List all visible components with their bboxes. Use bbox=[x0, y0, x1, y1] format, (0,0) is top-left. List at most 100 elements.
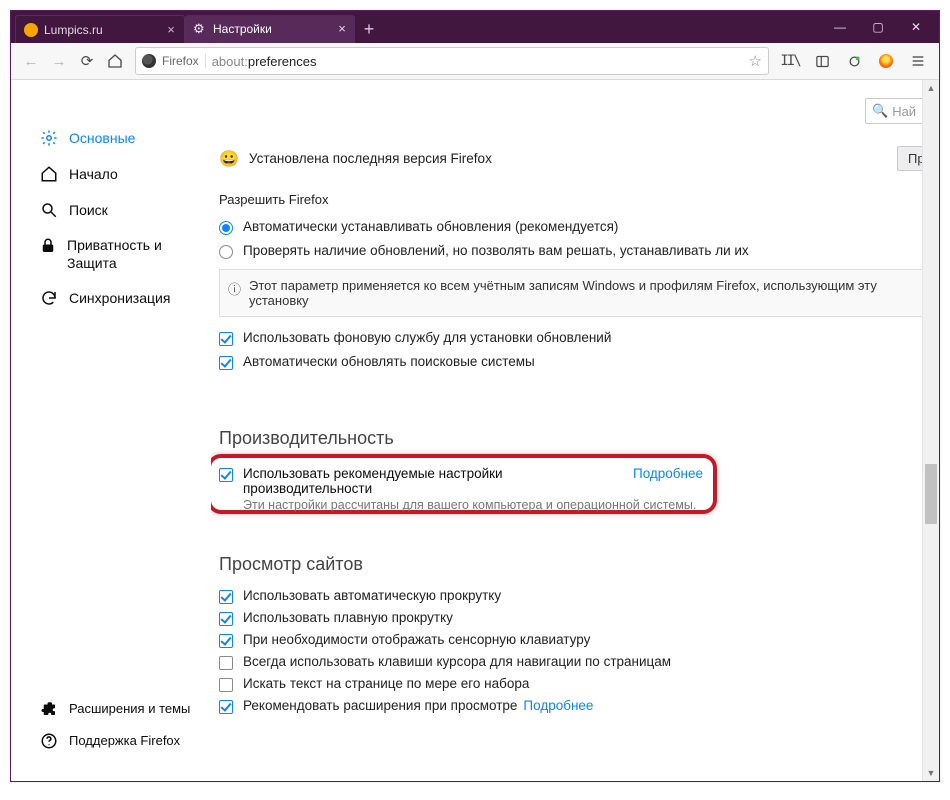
checkbox-checked-icon[interactable] bbox=[219, 612, 233, 626]
search-icon bbox=[39, 200, 59, 220]
tab-lumpics[interactable]: Lumpics.ru × bbox=[15, 15, 185, 43]
checkbox-checked-icon[interactable] bbox=[219, 332, 233, 346]
vertical-scrollbar[interactable]: ▲ ▼ bbox=[922, 80, 939, 781]
maximize-button[interactable]: ▢ bbox=[859, 13, 897, 41]
info-text: Этот параметр применяется ко всем учётны… bbox=[249, 278, 934, 308]
tab-title: Настройки bbox=[213, 22, 335, 36]
close-button[interactable]: ✕ bbox=[897, 13, 935, 41]
url-text: about:preferences bbox=[212, 54, 749, 69]
gear-icon: ⚙ bbox=[193, 22, 207, 36]
perf-note-text: Эти настройки рассчитаны для вашего комп… bbox=[243, 498, 703, 512]
tab-title: Lumpics.ru bbox=[44, 23, 164, 37]
puzzle-icon bbox=[39, 699, 59, 719]
option-autoscroll[interactable]: Использовать автоматическую прокрутку bbox=[219, 585, 939, 607]
scroll-up-button[interactable]: ▲ bbox=[923, 80, 939, 96]
option-updates-auto[interactable]: Автоматически устанавливать обновления (… bbox=[219, 215, 939, 239]
extension-icon[interactable] bbox=[871, 47, 901, 75]
back-button[interactable]: ← bbox=[17, 47, 45, 75]
forward-button[interactable]: → bbox=[45, 47, 73, 75]
reload-button[interactable]: ⟳ bbox=[73, 47, 101, 75]
sidebar-button[interactable] bbox=[807, 47, 837, 75]
new-tab-button[interactable]: + bbox=[355, 15, 383, 43]
search-icon: 🔍 bbox=[872, 103, 888, 119]
radio-checked-icon[interactable] bbox=[219, 221, 233, 235]
section-heading-browsing: Просмотр сайтов bbox=[219, 554, 939, 575]
firefox-icon bbox=[142, 54, 156, 68]
sync-icon bbox=[39, 288, 59, 308]
scroll-down-button[interactable]: ▼ bbox=[923, 765, 939, 781]
option-bg-service[interactable]: Использовать фоновую службу для установк… bbox=[219, 326, 939, 350]
option-recommend-ext[interactable]: Рекомендовать расширения при просмотре П… bbox=[219, 695, 939, 717]
radio-unchecked-icon[interactable] bbox=[219, 245, 233, 259]
content-area: Основные Начало Поиск bbox=[11, 80, 939, 781]
scroll-track[interactable] bbox=[923, 96, 939, 765]
home-button[interactable] bbox=[101, 47, 129, 75]
sidebar-label: Расширения и темы bbox=[69, 700, 190, 718]
sidebar-item-general[interactable]: Основные bbox=[11, 120, 211, 156]
option-search-while-typing[interactable]: Искать текст на странице по мере его наб… bbox=[219, 673, 939, 695]
library-button[interactable]: II\ bbox=[775, 47, 805, 75]
option-touch-keyboard[interactable]: При необходимости отображать сенсорную к… bbox=[219, 629, 939, 651]
section-heading-performance: Производительность bbox=[219, 428, 939, 449]
lock-icon bbox=[39, 236, 57, 256]
option-label: Искать текст на странице по мере его наб… bbox=[243, 676, 529, 691]
learn-more-link[interactable]: Подробнее bbox=[633, 466, 703, 481]
option-auto-engines[interactable]: Автоматически обновлять поисковые систем… bbox=[219, 350, 939, 374]
allow-firefox-label: Разрешить Firefox bbox=[219, 192, 939, 207]
sidebar-label: Начало bbox=[69, 165, 118, 183]
home-icon bbox=[39, 164, 59, 184]
info-icon: ⓘ bbox=[228, 279, 241, 298]
toolbar-right: II\ bbox=[775, 47, 933, 75]
titlebar: Lumpics.ru × ⚙ Настройки × + — ▢ ✕ bbox=[11, 11, 939, 43]
sidebar-item-privacy[interactable]: Приватность и Защита bbox=[11, 228, 211, 280]
search-placeholder: Най bbox=[892, 104, 916, 119]
learn-more-link[interactable]: Подробнее bbox=[523, 698, 593, 713]
sidebar-item-home[interactable]: Начало bbox=[11, 156, 211, 192]
checkbox-unchecked-icon[interactable] bbox=[219, 678, 233, 692]
prefs-main: 🔍 Най 😀 Установлена последняя версия Fir… bbox=[211, 80, 939, 781]
sidebar-item-support[interactable]: Поддержка Firefox bbox=[11, 725, 211, 757]
sidebar-item-search[interactable]: Поиск bbox=[11, 192, 211, 228]
option-updates-check[interactable]: Проверять наличие обновлений, но позволя… bbox=[219, 239, 939, 263]
gear-icon bbox=[39, 128, 59, 148]
navbar: ← → ⟳ Firefox about:preferences ☆ II\ bbox=[11, 43, 939, 80]
checkbox-checked-icon[interactable] bbox=[219, 700, 233, 714]
option-label: Использовать плавную прокрутку bbox=[243, 610, 453, 625]
option-cursor-nav[interactable]: Всегда использовать клавиши курсора для … bbox=[219, 651, 939, 673]
url-bar[interactable]: Firefox about:preferences ☆ bbox=[135, 47, 769, 75]
sidebar-item-extensions[interactable]: Расширения и темы bbox=[11, 693, 211, 725]
option-label: Проверять наличие обновлений, но позволя… bbox=[243, 243, 749, 258]
option-use-recommended-perf[interactable]: Использовать рекомендуемые настройки про… bbox=[219, 464, 703, 498]
favicon-lumpics bbox=[24, 23, 38, 37]
window-controls: — ▢ ✕ bbox=[821, 11, 939, 43]
sidebar-label: Поиск bbox=[69, 201, 108, 219]
minimize-button[interactable]: — bbox=[821, 13, 859, 41]
option-label: Автоматически устанавливать обновления (… bbox=[243, 219, 618, 234]
smile-icon: 😀 bbox=[219, 149, 239, 169]
scroll-thumb[interactable] bbox=[925, 464, 937, 524]
highlight-performance-option: Использовать рекомендуемые настройки про… bbox=[211, 454, 717, 514]
prefs-sidebar: Основные Начало Поиск bbox=[11, 80, 211, 781]
tab-strip: Lumpics.ru × ⚙ Настройки × + bbox=[11, 11, 821, 43]
sidebar-label: Поддержка Firefox bbox=[69, 732, 180, 750]
bookmark-star-icon[interactable]: ☆ bbox=[749, 52, 762, 70]
close-icon[interactable]: × bbox=[335, 22, 349, 36]
browser-window: Lumpics.ru × ⚙ Настройки × + — ▢ ✕ ← → ⟳ bbox=[10, 10, 940, 782]
checkbox-unchecked-icon[interactable] bbox=[219, 656, 233, 670]
blocker-icon[interactable] bbox=[839, 47, 869, 75]
option-smoothscroll[interactable]: Использовать плавную прокрутку bbox=[219, 607, 939, 629]
option-label: Всегда использовать клавиши курсора для … bbox=[243, 654, 671, 669]
checkbox-checked-icon[interactable] bbox=[219, 634, 233, 648]
checkbox-checked-icon[interactable] bbox=[219, 590, 233, 604]
sidebar-item-sync[interactable]: Синхронизация bbox=[11, 280, 211, 316]
checkbox-checked-icon[interactable] bbox=[219, 468, 233, 482]
menu-button[interactable] bbox=[903, 47, 933, 75]
identity-box[interactable]: Firefox bbox=[142, 54, 206, 68]
sidebar-label: Приватность и Защита bbox=[67, 236, 197, 272]
tab-settings[interactable]: ⚙ Настройки × bbox=[185, 15, 355, 43]
option-label: Использовать автоматическую прокрутку bbox=[243, 588, 501, 603]
close-icon[interactable]: × bbox=[164, 23, 178, 37]
checkbox-checked-icon[interactable] bbox=[219, 356, 233, 370]
version-status-text: Установлена последняя версия Firefox bbox=[249, 151, 897, 166]
sidebar-label: Синхронизация bbox=[69, 289, 170, 307]
